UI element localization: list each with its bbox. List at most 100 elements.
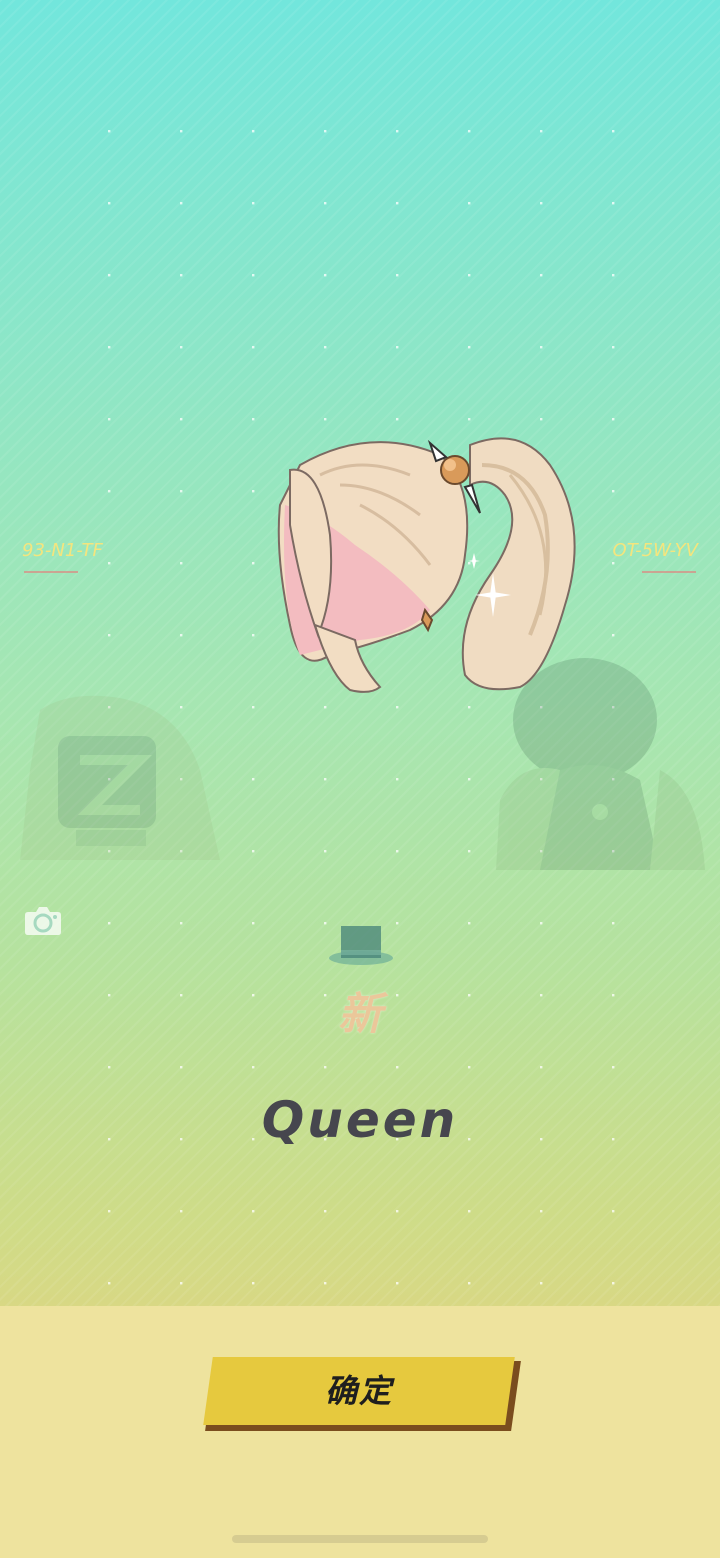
camera-button[interactable] <box>24 904 62 936</box>
grid-dot <box>324 1066 327 1069</box>
grid-dot <box>324 778 327 781</box>
grid-dot <box>180 1210 183 1213</box>
grid-dot <box>396 274 399 277</box>
grid-dot <box>252 418 255 421</box>
reward-screen: 93-N1-TF OT-5W-YV 新 Queen 确定 <box>0 0 720 1558</box>
grid-dot <box>180 418 183 421</box>
grid-dot <box>252 274 255 277</box>
grid-dot <box>180 778 183 781</box>
grid-dot <box>540 778 543 781</box>
grid-dot <box>468 202 471 205</box>
grid-dot <box>468 346 471 349</box>
grid-dot <box>324 202 327 205</box>
grid-dot <box>396 418 399 421</box>
grid-dot <box>396 778 399 781</box>
grid-dot <box>612 1210 615 1213</box>
grid-dot <box>108 202 111 205</box>
grid-dot <box>468 130 471 133</box>
grid-dot <box>180 1282 183 1285</box>
grid-dot <box>252 562 255 565</box>
grid-dot <box>252 1210 255 1213</box>
grid-dot <box>108 706 111 709</box>
grid-dot <box>180 562 183 565</box>
grid-dot <box>108 346 111 349</box>
grid-dot <box>108 778 111 781</box>
grid-dot <box>324 274 327 277</box>
grid-dot <box>612 562 615 565</box>
grid-dot <box>468 1066 471 1069</box>
item-name: Queen <box>261 1091 459 1149</box>
grid-dot <box>468 994 471 997</box>
grid-dot <box>108 634 111 637</box>
left-code-label: 93-N1-TF <box>22 540 103 561</box>
grid-dot <box>180 1066 183 1069</box>
grid-dot <box>324 130 327 133</box>
grid-dot <box>468 922 471 925</box>
grid-dot <box>180 850 183 853</box>
grid-dot <box>612 922 615 925</box>
grid-dot <box>252 850 255 853</box>
grid-dot <box>108 922 111 925</box>
grid-dot <box>180 346 183 349</box>
grid-dot <box>540 1282 543 1285</box>
grid-dot <box>540 1066 543 1069</box>
camera-icon <box>25 907 61 935</box>
grid-dot <box>612 706 615 709</box>
left-code-underline <box>24 571 78 573</box>
hat-category-icon <box>329 926 393 965</box>
grid-dot <box>108 562 111 565</box>
grid-dot <box>468 778 471 781</box>
grid-dot <box>612 1282 615 1285</box>
grid-dot <box>396 1066 399 1069</box>
grid-dot <box>468 850 471 853</box>
grid-dot <box>252 706 255 709</box>
grid-dot <box>396 922 399 925</box>
grid-dot <box>252 346 255 349</box>
grid-dot <box>252 1066 255 1069</box>
grid-dot <box>540 130 543 133</box>
confirm-button[interactable]: 确定 <box>203 1357 522 1433</box>
grid-dot <box>180 490 183 493</box>
grid-dot <box>252 1282 255 1285</box>
grid-dot <box>540 418 543 421</box>
grid-dot <box>612 274 615 277</box>
home-indicator[interactable] <box>232 1535 488 1543</box>
grid-dot <box>180 274 183 277</box>
grid-dot <box>612 1066 615 1069</box>
grid-dot <box>540 202 543 205</box>
grid-dot <box>396 1282 399 1285</box>
grid-dot <box>468 418 471 421</box>
grid-dot <box>252 202 255 205</box>
grid-dot <box>612 994 615 997</box>
grid-dot <box>612 778 615 781</box>
grid-dot <box>468 1282 471 1285</box>
grid-dot <box>108 274 111 277</box>
grid-dot <box>252 778 255 781</box>
grid-dot <box>468 274 471 277</box>
grid-dot <box>108 130 111 133</box>
grid-dot <box>396 346 399 349</box>
grid-dot <box>540 274 543 277</box>
grid-dot <box>396 130 399 133</box>
grid-dot <box>180 706 183 709</box>
grid-dot <box>324 1210 327 1213</box>
grid-dot <box>612 634 615 637</box>
grid-dot <box>108 1138 111 1141</box>
grid-dot <box>612 490 615 493</box>
grid-dot <box>540 346 543 349</box>
grid-dot <box>180 202 183 205</box>
grid-dot <box>252 994 255 997</box>
grid-dot <box>612 202 615 205</box>
grid-dot <box>540 850 543 853</box>
grid-dot <box>324 346 327 349</box>
grid-dot <box>108 850 111 853</box>
grid-dot <box>252 130 255 133</box>
grid-dot <box>540 1210 543 1213</box>
grid-dot <box>612 130 615 133</box>
grid-dot <box>468 1210 471 1213</box>
grid-dot <box>540 994 543 997</box>
grid-dot <box>612 850 615 853</box>
grid-dot <box>396 850 399 853</box>
grid-dot <box>108 1066 111 1069</box>
grid-dot <box>324 1282 327 1285</box>
